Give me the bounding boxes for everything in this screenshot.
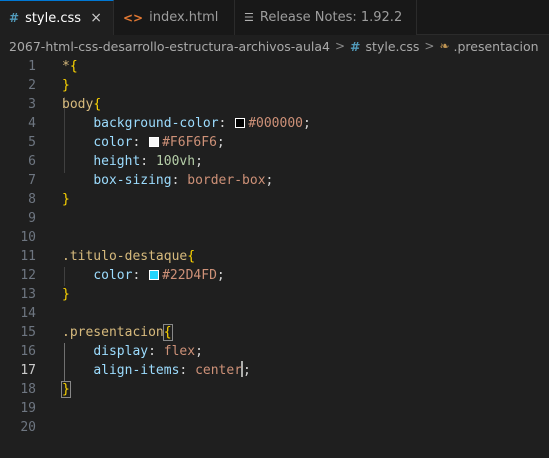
- close-icon[interactable]: ×: [90, 10, 102, 26]
- code-line: 7 box-sizing: border-box;: [0, 171, 549, 190]
- tab-label: index.html: [149, 10, 219, 25]
- brace: }: [61, 381, 71, 398]
- line-number: 4: [28, 116, 36, 131]
- html-brackets-icon: <>: [123, 10, 144, 25]
- code-line: 15 .presentacion{: [0, 323, 549, 342]
- tab-style-css[interactable]: # style.css ×: [0, 0, 114, 35]
- line-number: 7: [28, 173, 36, 188]
- line-number: 19: [20, 401, 36, 416]
- breadcrumb-folder[interactable]: 2067-html-css-desarrollo-estructura-arch…: [9, 39, 330, 54]
- code-editor[interactable]: 1 *{ 2 } 3 body{ 4 background-color: #00…: [0, 57, 549, 458]
- code-line: 19: [0, 399, 549, 418]
- code-line: 10: [0, 228, 549, 247]
- breadcrumb-file[interactable]: style.css: [366, 39, 420, 54]
- value: center: [195, 363, 243, 378]
- property: display: [93, 344, 149, 359]
- css-hash-icon: #: [9, 11, 20, 25]
- selector: .titulo-destaque: [62, 249, 188, 264]
- value: flex: [163, 344, 196, 359]
- line-number: 12: [20, 268, 36, 283]
- value: border-box: [187, 173, 266, 188]
- css-hash-icon: #: [350, 38, 361, 54]
- code-line: 6 height: 100vh;: [0, 152, 549, 171]
- chevron-right-icon: >: [334, 39, 346, 53]
- line-number: 13: [20, 287, 36, 302]
- code-line: 8 }: [0, 190, 549, 209]
- code-line: 1 *{: [0, 57, 549, 76]
- line-number: 18: [20, 382, 36, 397]
- code-line: 12 color: #22D4FD;: [0, 266, 549, 285]
- line-number: 20: [20, 420, 36, 435]
- value: #000000: [248, 116, 303, 131]
- line-number: 6: [28, 154, 36, 169]
- chevron-right-icon: >: [424, 39, 435, 53]
- property: color: [93, 268, 133, 283]
- code-line: 2 }: [0, 76, 549, 95]
- selector: *: [62, 59, 70, 74]
- breadcrumb-symbol[interactable]: .presentacion: [454, 39, 539, 54]
- release-notes-icon: ☰: [244, 11, 254, 24]
- line-number: 9: [28, 211, 36, 226]
- tab-label: style.css: [25, 10, 82, 26]
- color-swatch[interactable]: [149, 270, 160, 280]
- brace: {: [69, 59, 78, 74]
- brace: {: [93, 97, 102, 112]
- code-line: 14: [0, 304, 549, 323]
- brace: }: [62, 192, 70, 207]
- value: #22D4FD: [162, 268, 217, 283]
- tab-index-html[interactable]: <> index.html: [114, 0, 235, 35]
- selector: .presentacion: [62, 325, 164, 340]
- code-line: 11 .titulo-destaque{: [0, 247, 549, 266]
- brace: }: [62, 78, 70, 93]
- code-line: 16 display: flex;: [0, 342, 549, 361]
- code-line: 5 color: #F6F6F6;: [0, 133, 549, 152]
- line-number: 11: [20, 249, 36, 264]
- property: height: [93, 154, 141, 169]
- editor-tab-bar: # style.css × <> index.html ☰ Release No…: [0, 0, 549, 35]
- line-number: 10: [20, 230, 36, 245]
- property: color: [93, 135, 133, 150]
- line-number: 2: [28, 78, 36, 93]
- line-number: 14: [20, 306, 36, 321]
- line-number: 3: [28, 97, 36, 112]
- line-number: 1: [28, 59, 36, 74]
- brace: }: [62, 287, 70, 302]
- value: 100vh: [155, 154, 196, 169]
- code-line: 13 }: [0, 285, 549, 304]
- symbol-class-icon: ❧: [439, 39, 450, 53]
- tab-release-notes[interactable]: ☰ Release Notes: 1.92.2: [235, 0, 417, 35]
- property: background-color: [93, 116, 219, 131]
- code-line-current: 17 align-items: center;: [0, 361, 549, 380]
- code-line: 9: [0, 209, 549, 228]
- brace: {: [187, 249, 196, 264]
- selector: body: [62, 97, 94, 112]
- breadcrumb: 2067-html-css-desarrollo-estructura-arch…: [0, 35, 549, 57]
- line-number: 15: [20, 325, 36, 340]
- code-line: 18 }: [0, 380, 549, 399]
- line-number: 17: [20, 363, 36, 378]
- value: #F6F6F6: [162, 135, 217, 150]
- color-swatch[interactable]: [149, 137, 160, 147]
- code-line: 20: [0, 418, 549, 437]
- tab-label: Release Notes: 1.92.2: [259, 10, 403, 25]
- line-number: 5: [28, 135, 36, 150]
- color-swatch[interactable]: [235, 118, 246, 128]
- code-line: 3 body{: [0, 95, 549, 114]
- line-number: 16: [20, 344, 36, 359]
- code-line: 4 background-color: #000000;: [0, 114, 549, 133]
- brace: {: [162, 324, 173, 341]
- property: box-sizing: [93, 173, 172, 188]
- property: align-items: [93, 363, 180, 378]
- line-number: 8: [28, 192, 36, 207]
